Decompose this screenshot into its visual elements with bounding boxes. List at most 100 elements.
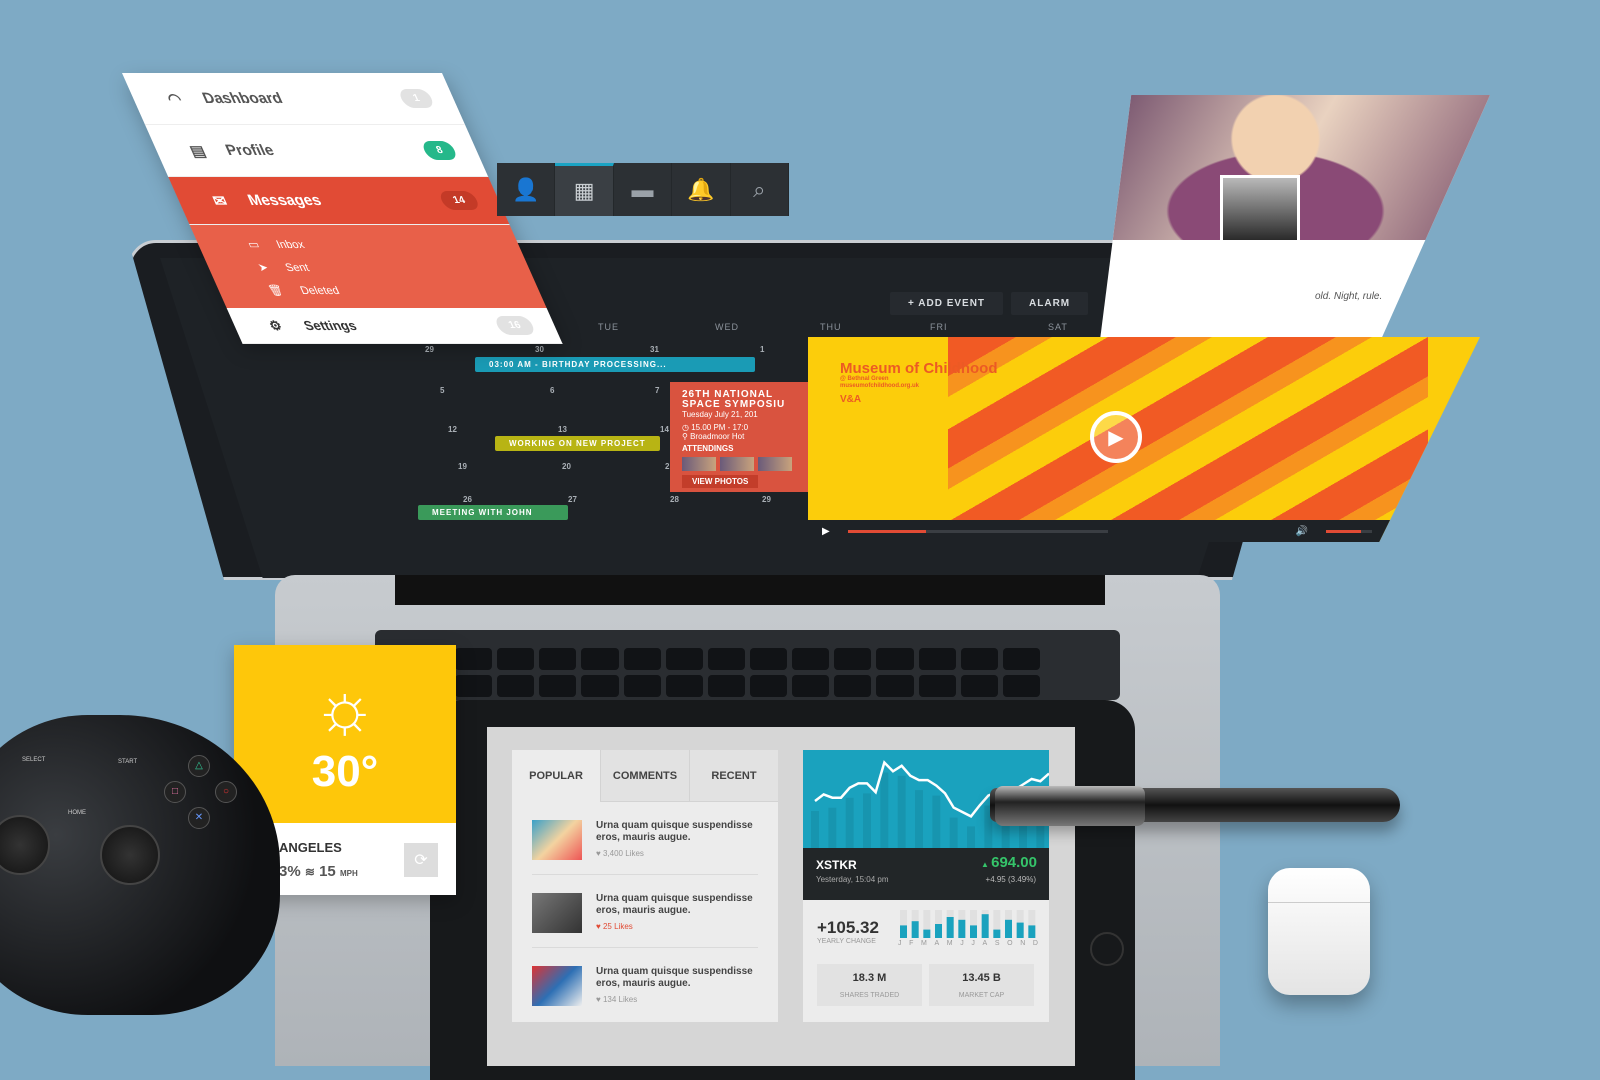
post-likes: ♥ 3,400 Likes xyxy=(596,849,644,858)
list-item[interactable]: Urna quam quisque suspendisse eros, maur… xyxy=(532,948,758,1020)
inbox-icon: ▭ xyxy=(245,239,262,251)
left-stick xyxy=(0,815,50,875)
play-overlay-button[interactable]: ▶ xyxy=(1090,411,1142,463)
tab-recent[interactable]: RECENT xyxy=(689,750,778,802)
tab-comments[interactable]: COMMENTS xyxy=(600,750,689,802)
refresh-button[interactable]: ⟳ xyxy=(404,843,438,877)
calendar-day[interactable]: 5 xyxy=(440,386,444,395)
monthly-bar-chart xyxy=(900,910,1036,938)
sidebar-item-profile[interactable]: ▤ Profile 8 xyxy=(145,125,489,177)
calendar-day[interactable]: 13 xyxy=(558,425,567,434)
calendar-day[interactable]: 20 xyxy=(562,462,571,471)
temperature: 30° xyxy=(311,747,379,796)
calendar-day[interactable]: 19 xyxy=(458,462,467,471)
sidebar-item-dashboard[interactable]: ◠ Dashboard 1 xyxy=(122,73,466,125)
submenu-deleted[interactable]: 🗑 Deleted xyxy=(264,279,544,302)
posts-widget: POPULAR COMMENTS RECENT Urna quam quisqu… xyxy=(512,750,778,1022)
key xyxy=(918,648,956,670)
calendar-day[interactable]: 7 xyxy=(655,386,659,395)
seek-progress xyxy=(847,529,926,533)
key xyxy=(455,648,493,670)
calendar-day[interactable]: 28 xyxy=(670,495,679,504)
month-bar xyxy=(970,925,977,938)
month-bar xyxy=(911,921,919,938)
sidebar-item-label: Messages xyxy=(244,192,325,209)
location-icon: ⚲ xyxy=(682,432,691,441)
keyboard xyxy=(375,630,1120,700)
sidebar-item-label: Dashboard xyxy=(199,90,286,107)
triangle-button: △ xyxy=(188,755,210,777)
volume-icon[interactable]: 🔊 xyxy=(1296,526,1308,537)
square-button: □ xyxy=(164,781,186,803)
view-photos-button[interactable]: VIEW PHOTOS xyxy=(682,475,759,488)
cross-button: ✕ xyxy=(188,807,210,829)
volume-bar xyxy=(932,795,941,848)
post-likes: ♥ 25 Likes xyxy=(596,922,633,931)
heart-icon: ♥ xyxy=(596,922,603,931)
calendar-day[interactable]: 12 xyxy=(448,425,457,434)
month-label: N xyxy=(1020,940,1026,947)
month-bar xyxy=(946,917,954,938)
calendar-day[interactable]: 30 xyxy=(535,345,544,354)
video-controls: ▶ 🔊 xyxy=(808,520,1480,542)
calendar-day[interactable]: 6 xyxy=(550,386,554,395)
key xyxy=(539,648,577,670)
volume-bar xyxy=(897,775,906,848)
user-icon[interactable]: 👤 xyxy=(497,163,556,216)
seek-bar[interactable] xyxy=(847,529,1108,533)
sidebar-item-messages[interactable]: ✉ Messages 14 xyxy=(168,177,510,225)
envelope-icon: ✉ xyxy=(209,192,231,210)
event-birthday[interactable]: 03:00 AM - BIRTHDAY PROCESSING... xyxy=(475,357,755,372)
event-popup: 26TH NATIONAL SPACE SYMPOSIU Tuesday Jul… xyxy=(670,382,810,492)
chat-icon[interactable]: ▬ xyxy=(614,163,673,216)
month-label: J xyxy=(898,940,902,947)
sidebar-item-label: Settings xyxy=(301,318,360,333)
home-button[interactable] xyxy=(1090,932,1124,966)
submenu-sent[interactable]: ➤ Sent xyxy=(253,256,533,279)
list-item[interactable]: Urna quam quisque suspendisse eros, maur… xyxy=(532,875,758,948)
add-event-button[interactable]: + ADD EVENT xyxy=(890,292,1004,315)
trash-icon: 🗑 xyxy=(266,285,286,297)
search-icon[interactable]: ⌕ xyxy=(731,163,790,216)
event-meeting-john[interactable]: MEETING WITH JOHN xyxy=(418,505,568,520)
sidebar-item-label: Profile xyxy=(222,142,277,159)
submenu-inbox[interactable]: ▭ Inbox xyxy=(243,233,523,256)
sidebar-item-settings[interactable]: ⚙ Settings 16 xyxy=(226,308,563,344)
key xyxy=(792,648,830,670)
calendar-icon[interactable]: ▦ xyxy=(555,163,614,216)
avatar[interactable] xyxy=(1220,175,1300,243)
key xyxy=(749,675,788,697)
gear-icon: ⚙ xyxy=(266,317,285,333)
key xyxy=(1002,675,1040,697)
weekday-header: SAT xyxy=(1048,322,1068,332)
calendar-day[interactable]: 29 xyxy=(762,495,771,504)
volume-bar xyxy=(967,826,975,848)
calendar-day[interactable]: 29 xyxy=(425,345,434,354)
play-icon[interactable]: ▶ xyxy=(822,526,830,537)
month-bar xyxy=(923,929,931,938)
volume-bar xyxy=(845,797,854,848)
month-label: M xyxy=(921,940,927,947)
clock-icon: ◷ xyxy=(682,423,692,432)
icon-toolbar: 👤 ▦ ▬ 🔔 ⌕ xyxy=(497,163,790,216)
video-player: Museum of Childhood @ Bethnal Green museum… xyxy=(808,337,1480,542)
calendar-day[interactable]: 31 xyxy=(650,345,659,354)
key xyxy=(665,648,703,670)
alarm-button[interactable]: ALARM xyxy=(1011,292,1089,315)
key xyxy=(497,675,535,697)
calendar-day[interactable]: 26 xyxy=(463,495,472,504)
volume-slider[interactable] xyxy=(1326,529,1373,533)
list-item[interactable]: Urna quam quisque suspendisse eros, maur… xyxy=(532,802,758,875)
tab-popular[interactable]: POPULAR xyxy=(512,750,600,802)
calendar-day[interactable]: 1 xyxy=(760,345,764,354)
calendar-day[interactable]: 14 xyxy=(660,425,669,434)
sun-icon: ☼ xyxy=(312,668,378,746)
bell-icon[interactable]: 🔔 xyxy=(672,163,731,216)
weekday-header: TUE xyxy=(598,322,619,332)
month-label: A xyxy=(934,940,940,947)
calendar-day[interactable]: 27 xyxy=(568,495,577,504)
event-new-project[interactable]: WORKING ON NEW PROJECT xyxy=(495,436,660,451)
right-stick xyxy=(100,825,160,885)
volume-bar xyxy=(828,807,837,848)
wind-icon: ≋ xyxy=(304,865,315,879)
